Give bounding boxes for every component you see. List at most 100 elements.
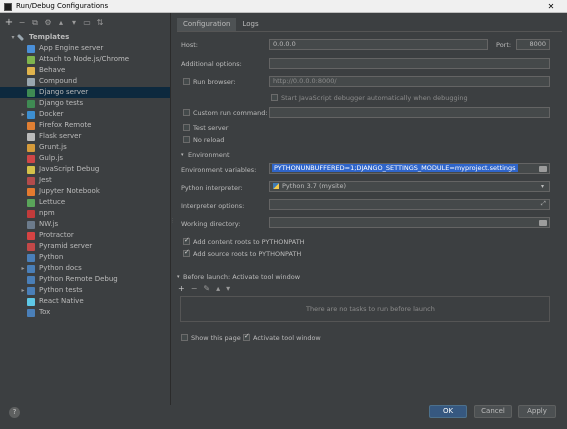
before-launch-label[interactable]: Before launch: Activate tool window [183, 273, 300, 281]
run-browser-checkbox[interactable] [183, 78, 190, 85]
chevron-down-icon[interactable]: ▾ [9, 32, 17, 43]
tree-item[interactable]: Django server [0, 87, 170, 98]
cancel-button[interactable]: Cancel [474, 405, 512, 418]
additional-options-input[interactable] [269, 58, 550, 69]
interpreter-options-input[interactable] [269, 199, 550, 210]
configurations-sidebar: + − ⧉ ⚙ ▴ ▾ ▭ ⇅ ▾ Templates App Engine s… [0, 13, 175, 405]
tree-item[interactable]: Pyramid server [0, 241, 170, 252]
configuration-type-icon [27, 264, 35, 273]
copy-configuration-button[interactable]: ⧉ [30, 18, 40, 28]
no-reload-label: No reload [193, 136, 225, 144]
tree-item-label: Attach to Node.js/Chrome [39, 55, 130, 63]
tree-item[interactable]: Django tests [0, 98, 170, 109]
tree-item-label: npm [39, 209, 55, 217]
python-interpreter-select[interactable]: Python 3.7 (mysite) [269, 181, 550, 192]
folder-icon[interactable] [539, 220, 547, 226]
tree-item-label: Firefox Remote [39, 121, 92, 129]
tree-item[interactable]: ▸ Docker [0, 109, 170, 120]
tree-root-templates[interactable]: ▾ Templates [0, 32, 170, 43]
tree-item[interactable]: Compound [0, 76, 170, 87]
port-input[interactable]: 8000 [516, 39, 550, 50]
tree-item[interactable]: JavaScript Debug [0, 164, 170, 175]
folder-icon[interactable] [539, 166, 547, 172]
move-task-down-button[interactable]: ▾ [226, 284, 230, 293]
before-launch-empty-text: There are no tasks to run before launch [306, 305, 435, 313]
folder-button[interactable]: ▭ [82, 18, 92, 28]
tree-item[interactable]: Behave [0, 65, 170, 76]
add-configuration-button[interactable]: + [4, 17, 14, 28]
tree-item[interactable]: Lettuce [0, 197, 170, 208]
tree-item[interactable]: Flask server [0, 131, 170, 142]
remove-task-button[interactable]: − [191, 284, 198, 293]
tree-item[interactable]: Python Remote Debug [0, 274, 170, 285]
add-source-roots-checkbox[interactable] [183, 248, 190, 257]
chevron-down-icon[interactable]: ▾ [541, 183, 544, 190]
environment-section-label[interactable]: Environment [188, 151, 230, 159]
tree-item[interactable]: React Native [0, 296, 170, 307]
port-label: Port: [496, 41, 512, 49]
custom-run-command-checkbox[interactable] [183, 109, 190, 116]
tree-item[interactable]: npm [0, 208, 170, 219]
configuration-type-icon [27, 231, 35, 240]
chevron-right-icon[interactable]: ▸ [19, 263, 27, 274]
configuration-type-icon [27, 297, 35, 306]
tree-item[interactable]: Grunt.js [0, 142, 170, 153]
sort-button[interactable]: ⇅ [95, 18, 105, 28]
chevron-right-icon[interactable]: ▸ [19, 285, 27, 296]
tree-item[interactable]: Attach to Node.js/Chrome [0, 54, 170, 65]
tree-item-label: Behave [39, 66, 66, 74]
configuration-type-icon [27, 55, 35, 64]
tree-item[interactable]: ▸ Python tests [0, 285, 170, 296]
tree-item[interactable]: App Engine server [0, 43, 170, 54]
env-vars-input[interactable]: PYTHONUNBUFFERED=1;DJANGO_SETTINGS_MODUL… [269, 163, 550, 174]
host-input[interactable]: 0.0.0.0 [269, 39, 488, 50]
sidebar-toolbar: + − ⧉ ⚙ ▴ ▾ ▭ ⇅ [0, 13, 170, 32]
tree-item-label: Django server [39, 88, 89, 96]
run-browser-url-input[interactable]: http://0.0.0.0:8000/ [269, 76, 550, 87]
tree-item[interactable]: Jupyter Notebook [0, 186, 170, 197]
move-up-button[interactable]: ▴ [56, 18, 66, 28]
tree-item[interactable]: NW.js [0, 219, 170, 230]
chevron-right-icon[interactable]: ▸ [19, 109, 27, 120]
js-debugger-checkbox[interactable] [271, 94, 278, 101]
tree-item-label: Lettuce [39, 198, 66, 206]
chevron-down-icon[interactable]: ▾ [177, 274, 180, 280]
test-server-checkbox[interactable] [183, 124, 190, 131]
tree-root-label: Templates [29, 33, 70, 41]
move-task-up-button[interactable]: ▴ [216, 284, 220, 293]
tree-item[interactable]: Gulp.js [0, 153, 170, 164]
add-task-button[interactable]: + [178, 284, 185, 293]
configurations-tree: ▾ Templates App Engine server Attach to N… [0, 32, 170, 318]
tab-logs[interactable]: Logs [236, 18, 264, 31]
tree-item[interactable]: ▸ Python docs [0, 263, 170, 274]
expand-icon[interactable]: ⤢ [541, 200, 546, 208]
remove-configuration-button[interactable]: − [17, 18, 27, 28]
ok-button[interactable]: OK [429, 405, 467, 418]
add-content-roots-checkbox[interactable] [183, 236, 190, 245]
tree-item[interactable]: Python [0, 252, 170, 263]
chevron-down-icon[interactable]: ▾ [181, 152, 184, 158]
tree-item[interactable]: Firefox Remote [0, 120, 170, 131]
app-icon [4, 3, 12, 11]
tree-item[interactable]: Protractor [0, 230, 170, 241]
working-directory-input[interactable] [269, 217, 550, 228]
add-source-roots-label: Add source roots to PYTHONPATH [193, 250, 302, 258]
edit-task-button[interactable]: ✎ [203, 284, 210, 293]
activate-tool-window-checkbox[interactable] [243, 332, 250, 341]
wrench-icon [16, 33, 25, 42]
configuration-type-icon [27, 99, 35, 108]
show-this-page-checkbox[interactable] [181, 334, 188, 341]
configuration-type-icon [27, 143, 35, 152]
configuration-type-icon [27, 253, 35, 262]
apply-button[interactable]: Apply [518, 405, 556, 418]
no-reload-checkbox[interactable] [183, 136, 190, 143]
tree-item-label: Python tests [39, 286, 83, 294]
tree-item[interactable]: Tox [0, 307, 170, 318]
edit-defaults-button[interactable]: ⚙ [43, 18, 53, 28]
tree-item[interactable]: Jest [0, 175, 170, 186]
help-icon[interactable]: ? [9, 407, 20, 418]
tab-configuration[interactable]: Configuration [177, 18, 237, 31]
close-icon[interactable]: ✕ [539, 0, 563, 12]
move-down-button[interactable]: ▾ [69, 18, 79, 28]
custom-run-command-input[interactable] [269, 107, 550, 118]
